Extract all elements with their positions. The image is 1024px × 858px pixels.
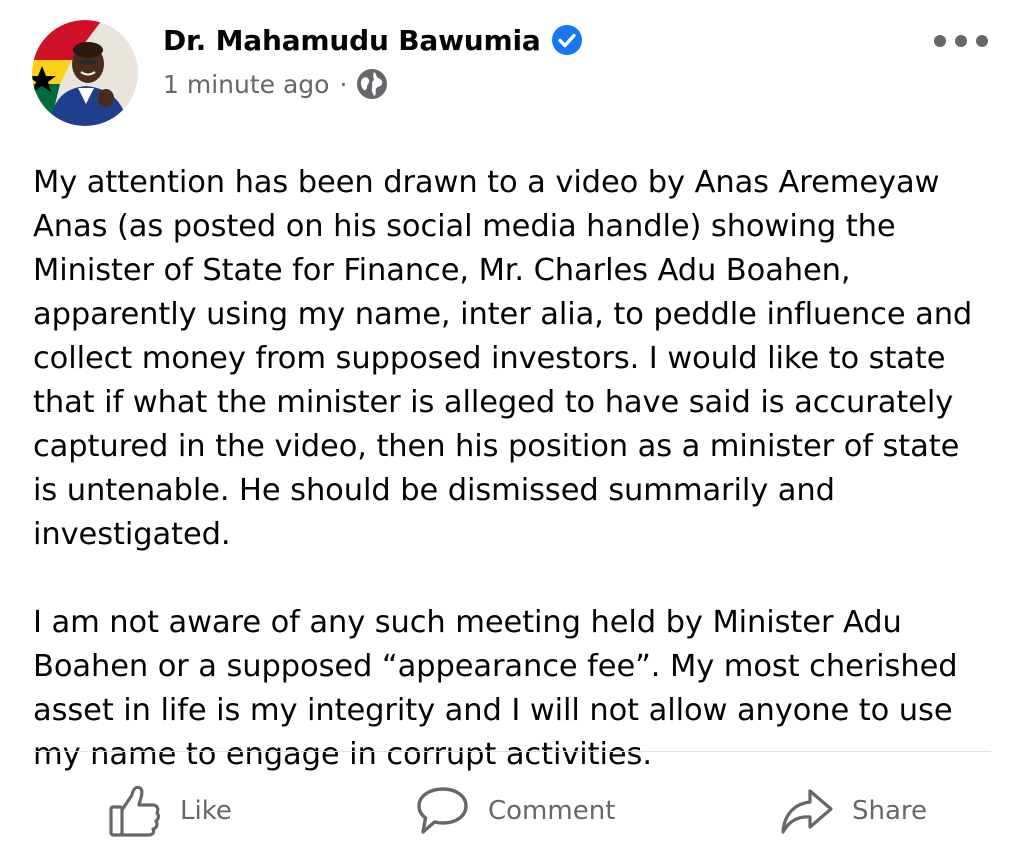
share-icon [780,786,834,836]
post-text: My attention has been drawn to a video b… [33,161,993,777]
post-meta: 1 minute ago · [163,66,389,102]
globe-icon[interactable] [355,67,389,101]
post-timestamp[interactable]: 1 minute ago [163,70,329,99]
divider [33,751,991,752]
share-button[interactable]: Share [780,776,927,846]
more-dot [955,35,967,47]
meta-separator: · [339,69,348,99]
like-label: Like [180,796,232,826]
more-dot [976,35,988,47]
share-label: Share [852,796,928,826]
more-dot [934,35,946,47]
author-name[interactable]: Dr. Mahamudu Bawumia [163,24,541,57]
post-actions: Like Comment Share [0,776,1024,846]
facebook-post: Dr. Mahamudu Bawumia 1 minute ago · My a… [0,0,1024,858]
author-row: Dr. Mahamudu Bawumia [163,20,583,60]
comment-button[interactable]: Comment [416,776,615,846]
post-paragraph: My attention has been drawn to a video b… [33,165,973,552]
like-button[interactable]: Like [108,776,232,846]
avatar-image [32,20,138,126]
comment-icon [416,785,470,837]
comment-label: Comment [488,796,616,826]
author-avatar[interactable] [32,20,138,126]
thumbs-up-icon [108,783,162,839]
more-options-icon[interactable] [934,26,988,56]
verified-badge-icon [551,24,583,56]
